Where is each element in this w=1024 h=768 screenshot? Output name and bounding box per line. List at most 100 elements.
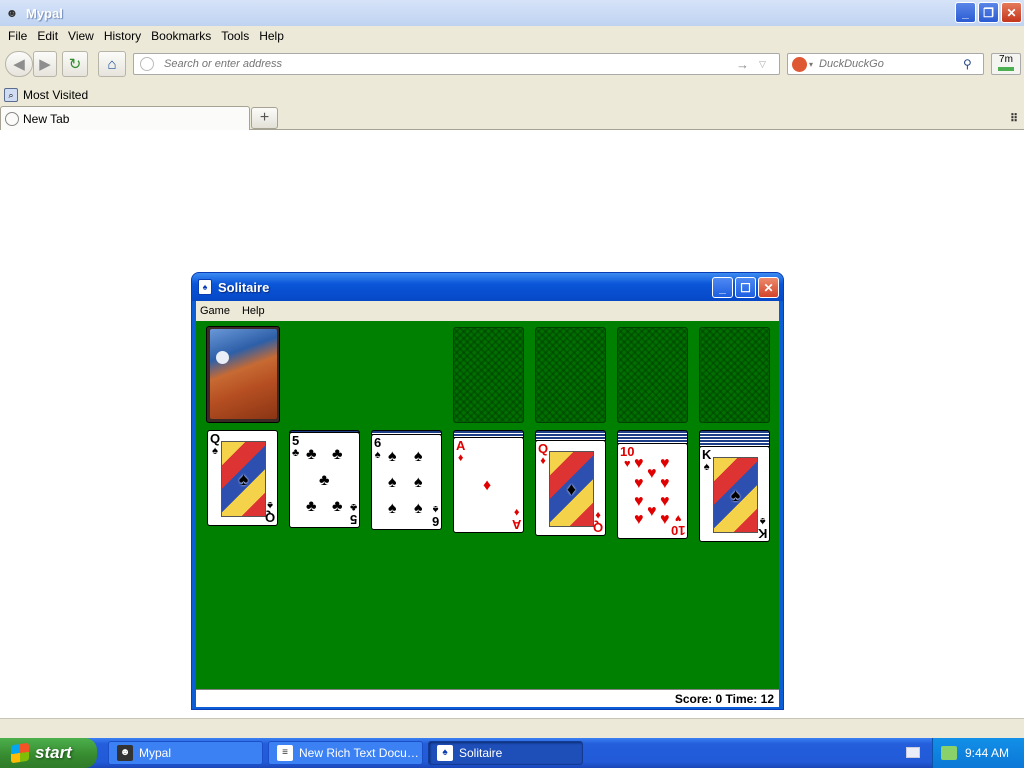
duckduckgo-icon[interactable] [792, 56, 807, 72]
solitaire-title-bar[interactable]: ♠ Solitaire _ ☐ ✕ [192, 273, 783, 301]
browser-menu-bar: File Edit View History Bookmarks Tools H… [0, 26, 1024, 46]
stock-pile[interactable] [206, 326, 280, 423]
menu-game[interactable]: Game [200, 305, 230, 317]
browser-title-bar: ☻ Mypal _ ❐ ✕ [0, 0, 1024, 26]
menu-tools[interactable]: Tools [221, 29, 249, 43]
card-rank-bottom: 10 ♥ [670, 512, 685, 538]
card-pips: ♦ [483, 477, 492, 494]
menu-history[interactable]: History [104, 29, 141, 43]
tableau-card[interactable]: Q ♠ ♠ Q ♠ [207, 430, 278, 526]
card-pips: ♣ ♣ ♣ ♣ ♣ [306, 446, 343, 515]
taskbar-item-solitaire[interactable]: ♠ Solitaire [428, 741, 583, 765]
solitaire-window: ♠ Solitaire _ ☐ ✕ Game Help Q ♠ ♠ Q ♠ 5 ♣ [191, 272, 784, 710]
moon-icon [216, 351, 229, 364]
navigation-toolbar: ◀ ▶ ↻ ⌂ → ▽ ▾ ⚲ 7m [0, 46, 1024, 84]
card-pips: ♠ ♠ ♠ ♠ ♠ ♠ [388, 448, 423, 517]
tableau-card[interactable]: Q ♦ ♦ Q ♦ [535, 440, 606, 536]
task-label: Mypal [139, 746, 172, 760]
tab-new-tab[interactable]: New Tab [0, 106, 250, 130]
hidden-cards-stack [699, 430, 770, 447]
network-icon[interactable] [941, 746, 957, 760]
menu-edit[interactable]: Edit [37, 29, 58, 43]
card-rank-bottom: A ♦ [511, 506, 521, 532]
browser-status-strip [0, 718, 1024, 738]
card-rank: Q ♠ [210, 431, 221, 457]
close-icon[interactable]: ✕ [1001, 2, 1022, 23]
search-input[interactable] [819, 58, 960, 70]
taskbar-item-wordpad[interactable]: ≡ New Rich Text Docum... [268, 741, 423, 765]
tableau-card[interactable]: 5 ♣ ♣ ♣ ♣ ♣ ♣ 5 ♣ [289, 432, 360, 528]
minimize-icon[interactable]: _ [712, 277, 733, 298]
arrow-left-icon: ◀ [13, 56, 25, 73]
tab-strip: New Tab + ⠿ [0, 106, 1024, 130]
tableau-card[interactable]: 10 ♥ ♥ ♥ ♥ ♥ ♥ ♥ ♥ ♥ ♥ ♥ 10 ♥ [617, 443, 688, 539]
mypal-logo-icon: ☻ [5, 6, 19, 20]
go-arrow-icon[interactable]: → [736, 57, 749, 72]
system-tray: 9:44 AM [932, 738, 1024, 768]
globe-icon [5, 111, 19, 126]
bookmark-most-visited[interactable]: Most Visited [23, 88, 88, 102]
card-rank-bottom: 5 ♣ [349, 501, 357, 527]
tableau-card[interactable]: K ♠ ♠ K ♠ [699, 446, 770, 542]
downloads-button[interactable]: 7m [991, 53, 1021, 75]
start-button[interactable]: start [0, 738, 97, 768]
card-rank: 5 ♣ [292, 433, 300, 459]
forward-button[interactable]: ▶ [33, 51, 57, 77]
queen-face-icon: ♠ [221, 441, 266, 517]
home-button[interactable]: ⌂ [98, 51, 126, 77]
card-rank: Q ♦ [538, 441, 549, 467]
downloads-label: 7m [999, 54, 1013, 65]
taskbar-item-mypal[interactable]: ☻ Mypal [108, 741, 263, 765]
reload-icon: ↻ [68, 56, 82, 73]
magnifier-icon[interactable]: ⚲ [963, 57, 972, 71]
close-icon[interactable]: ✕ [758, 277, 779, 298]
back-button[interactable]: ◀ [5, 51, 33, 77]
foundation-slot[interactable] [617, 327, 688, 423]
card-rank: K ♠ [702, 447, 712, 473]
taskbar: start ☻ Mypal ≡ New Rich Text Docum... ♠… [0, 738, 1024, 768]
menu-file[interactable]: File [8, 29, 27, 43]
score-time: Score: 0 Time: 12 [674, 691, 774, 706]
solitaire-window-controls: _ ☐ ✕ [712, 277, 779, 298]
solitaire-icon: ♠ [437, 745, 453, 761]
tab-title: New Tab [23, 111, 70, 126]
clock: 9:44 AM [965, 746, 1010, 760]
download-progress-icon [998, 67, 1014, 71]
menu-view[interactable]: View [68, 29, 94, 43]
browser-title: Mypal [26, 5, 63, 21]
card-back-art [210, 329, 277, 419]
engine-dropdown-icon[interactable]: ▾ [809, 60, 813, 69]
card-rank-bottom: 6 ♠ [431, 503, 439, 529]
foundation-slot[interactable] [699, 327, 770, 423]
tableau-card[interactable]: 6 ♠ ♠ ♠ ♠ ♠ ♠ ♠ 6 ♠ [371, 434, 442, 530]
menu-help[interactable]: Help [259, 29, 284, 43]
foundation-slot[interactable] [453, 327, 524, 423]
restore-icon[interactable]: ❐ [978, 2, 999, 23]
task-label: New Rich Text Docum... [299, 746, 419, 760]
solitaire-menu-bar: Game Help [196, 301, 779, 321]
card-rank-bottom: Q ♦ [592, 509, 603, 535]
arrow-right-icon: ▶ [39, 56, 51, 73]
new-tab-button[interactable]: + [251, 107, 278, 129]
tab-list-icon[interactable]: ⠿ [1010, 112, 1018, 125]
start-label: start [35, 743, 72, 762]
search-bar[interactable]: ▾ ⚲ [787, 53, 984, 75]
solitaire-status-bar: Score: 0 Time: 12 [196, 689, 779, 707]
tableau-card[interactable]: A ♦ ♦ A ♦ [453, 437, 524, 533]
window-controls: _ ❐ ✕ [955, 2, 1022, 23]
url-dropdown-icon[interactable]: ▽ [759, 59, 766, 70]
queen-face-icon: ♦ [549, 451, 594, 527]
keyboard-icon[interactable] [906, 747, 920, 758]
foundation-slot[interactable] [535, 327, 606, 423]
reload-button[interactable]: ↻ [62, 51, 88, 77]
home-icon: ⌂ [107, 55, 117, 73]
maximize-icon[interactable]: ☐ [735, 277, 756, 298]
globe-icon [140, 57, 154, 71]
menu-help[interactable]: Help [242, 305, 265, 317]
windows-logo-icon [11, 742, 29, 764]
address-bar[interactable]: → ▽ [133, 53, 780, 75]
url-input[interactable] [164, 58, 724, 70]
minimize-icon[interactable]: _ [955, 2, 976, 23]
menu-bookmarks[interactable]: Bookmarks [151, 29, 211, 43]
game-board[interactable]: Q ♠ ♠ Q ♠ 5 ♣ ♣ ♣ ♣ ♣ ♣ 5 ♣ 6 ♠ ♠ ♠ ♠ ♠ ♠ ♠ 6 ♠ [196, 321, 779, 689]
